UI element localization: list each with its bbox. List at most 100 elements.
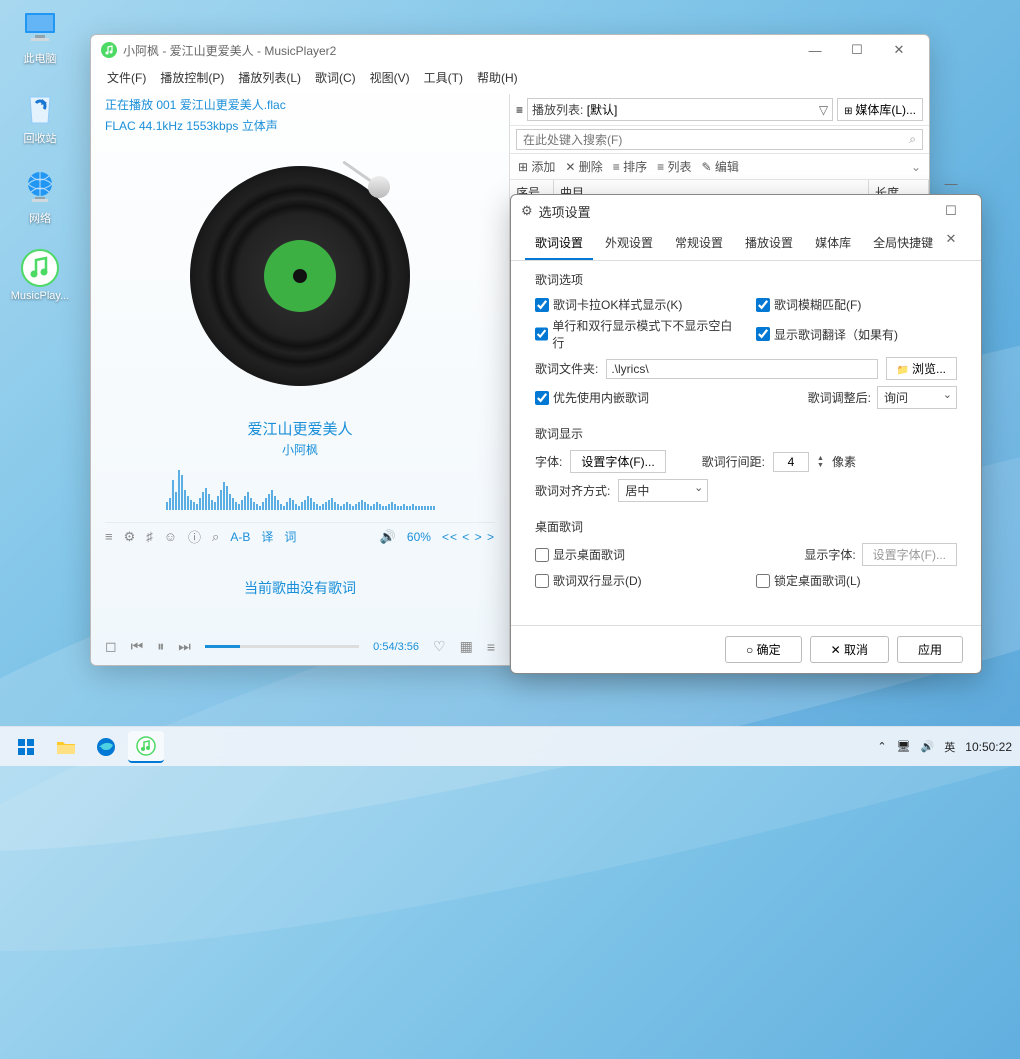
cancel-button[interactable]: ✕ 取消 xyxy=(810,636,889,663)
font-button[interactable]: 设置字体(F)... xyxy=(570,450,665,473)
chk-fuzzy[interactable]: 歌词模糊匹配(F) xyxy=(756,296,957,313)
group-lyric-options: 歌词选项 xyxy=(535,271,957,288)
info-icon[interactable]: ⓘ xyxy=(188,527,201,546)
chk-embedded[interactable]: 优先使用内嵌歌词 xyxy=(535,389,649,406)
prev-button[interactable]: ⏮ xyxy=(131,638,144,655)
maximize-button[interactable]: ☐ xyxy=(931,197,971,225)
menu-help[interactable]: 帮助(H) xyxy=(471,67,524,88)
song-title: 爱江山更爱美人 xyxy=(105,418,495,439)
equalizer-icon[interactable]: ≡ xyxy=(105,529,113,544)
tray-chevron-icon[interactable]: ⌃ xyxy=(877,740,886,753)
stop-button[interactable]: ◻ xyxy=(105,638,117,655)
explorer-button[interactable] xyxy=(48,731,84,763)
player-pane: 正在播放 001 爱江山更爱美人.flac FLAC 44.1kHz 1553k… xyxy=(91,94,509,665)
desktop-icon-label: 网络 xyxy=(29,210,51,226)
tab-appearance[interactable]: 外观设置 xyxy=(595,227,663,260)
battery-icon[interactable]: 🖥 xyxy=(897,740,911,753)
medialib-button[interactable]: ▦ xyxy=(460,638,473,655)
tab-medialib[interactable]: 媒体库 xyxy=(805,227,861,260)
volume-percent[interactable]: 60% xyxy=(407,530,431,544)
pause-button[interactable]: ⏸ xyxy=(157,638,164,655)
chevron-down-icon[interactable]: ⌄ xyxy=(911,160,921,174)
adjust-combo[interactable]: 询问 xyxy=(877,386,957,409)
desktop-icon-computer[interactable]: 此电脑 xyxy=(12,8,68,66)
edit-button[interactable]: ✎ 编辑 xyxy=(701,158,738,175)
musicplayer-icon xyxy=(20,248,60,288)
group-lyric-display: 歌词显示 xyxy=(535,425,957,442)
menu-playback[interactable]: 播放控制(P) xyxy=(154,67,230,88)
playlist-search[interactable]: ⌕ xyxy=(516,129,923,150)
start-button[interactable] xyxy=(8,731,44,763)
volume-tray-icon[interactable]: 🔊 xyxy=(921,740,935,753)
spacing-unit: 像素 xyxy=(832,453,856,470)
align-label: 歌词对齐方式: xyxy=(535,482,610,499)
spin-down[interactable]: ▼ xyxy=(817,462,824,469)
musicplayer-taskbar[interactable] xyxy=(128,731,164,763)
close-button[interactable]: ✕ xyxy=(879,36,919,64)
menu-playlist[interactable]: 播放列表(L) xyxy=(232,67,307,88)
desktop-icon-recyclebin[interactable]: 回收站 xyxy=(12,88,68,146)
tab-playback[interactable]: 播放设置 xyxy=(735,227,803,260)
desktop-icon-label: MusicPlay... xyxy=(11,290,69,302)
menu-view[interactable]: 视图(V) xyxy=(364,67,416,88)
minimize-button[interactable]: — xyxy=(795,36,835,64)
chk-twoline[interactable]: 歌词双行显示(D) xyxy=(535,572,736,589)
medialib-button[interactable]: ⊞ 媒体库(L)... xyxy=(837,98,923,121)
playlist-button[interactable]: ≡ xyxy=(487,639,495,655)
spectrum-visualizer xyxy=(111,470,489,510)
list-button[interactable]: ≡ 列表 xyxy=(657,158,691,175)
apply-button[interactable]: 应用 xyxy=(897,636,963,663)
chk-lock[interactable]: 锁定桌面歌词(L) xyxy=(756,572,957,589)
add-button[interactable]: ⊞ 添加 xyxy=(518,158,555,175)
search-icon[interactable]: ⌕ xyxy=(212,529,219,545)
folder-field[interactable]: .\lyrics\ xyxy=(606,359,877,379)
menu-tools[interactable]: 工具(T) xyxy=(418,67,469,88)
menu-file[interactable]: 文件(F) xyxy=(101,67,152,88)
playlist-icon: ≡ xyxy=(516,103,523,117)
tab-hotkeys[interactable]: 全局快捷键 xyxy=(863,227,943,260)
spin-up[interactable]: ▲ xyxy=(817,455,824,462)
browse-button[interactable]: 📁 浏览... xyxy=(886,357,957,380)
align-combo[interactable]: 居中 xyxy=(618,479,708,502)
desktop-icon-musicplayer[interactable]: MusicPlay... xyxy=(12,248,68,302)
seek-arrows[interactable]: << < > > xyxy=(442,530,495,544)
app-icon xyxy=(101,42,117,58)
search-input[interactable] xyxy=(523,133,909,147)
minimize-button[interactable]: — xyxy=(931,169,971,197)
spacing-input[interactable] xyxy=(773,452,809,472)
desktop-icons: 此电脑 回收站 网络 MusicPlay... xyxy=(12,8,68,302)
favorite-button[interactable]: ♡ xyxy=(433,638,446,655)
volume-icon[interactable]: 🔊 xyxy=(380,529,396,545)
chk-desktop[interactable]: 显示桌面歌词 xyxy=(535,546,625,563)
titlebar[interactable]: 小阿枫 - 爱江山更爱美人 - MusicPlayer2 — ☐ ✕ xyxy=(91,35,929,65)
delete-button[interactable]: ✕ 删除 xyxy=(565,158,602,175)
lyric-btn[interactable]: 词 xyxy=(284,528,296,545)
menu-lyrics[interactable]: 歌词(C) xyxy=(309,67,362,88)
clock[interactable]: 10:50:22 xyxy=(965,740,1012,754)
sort-button[interactable]: ≡ 排序 xyxy=(613,158,647,175)
ok-button[interactable]: 确定 xyxy=(725,636,802,663)
ime-indicator[interactable]: 英 xyxy=(944,739,955,755)
font2-button[interactable]: 设置字体(F)... xyxy=(862,543,957,566)
gear-icon[interactable]: ⚙ xyxy=(124,529,136,545)
tab-lyrics[interactable]: 歌词设置 xyxy=(525,227,593,260)
settings-titlebar[interactable]: ⚙ 选项设置 — ☐ ✕ xyxy=(511,195,981,227)
chk-karaoke[interactable]: 歌词卡拉OK样式显示(K) xyxy=(535,296,736,313)
time-display: 0:54/3:56 xyxy=(373,641,419,653)
progress-bar[interactable] xyxy=(205,645,359,648)
mask-icon[interactable]: ☺ xyxy=(164,529,177,544)
ab-repeat-button[interactable]: A-B xyxy=(230,530,250,544)
playlist-select[interactable]: 播放列表: [默认] ▽ xyxy=(527,98,833,121)
translate-button[interactable]: 译 xyxy=(261,528,273,545)
search-icon[interactable]: ⌕ xyxy=(909,132,916,147)
nowplaying-line2: FLAC 44.1kHz 1553kbps 立体声 xyxy=(105,115,495,136)
edge-button[interactable] xyxy=(88,731,124,763)
maximize-button[interactable]: ☐ xyxy=(837,36,877,64)
next-button[interactable]: ⏭ xyxy=(178,638,191,655)
skin-icon[interactable]: ♯ xyxy=(146,529,153,544)
tab-general[interactable]: 常规设置 xyxy=(665,227,733,260)
chk-translation[interactable]: 显示歌词翻译（如果有) xyxy=(756,317,957,351)
chk-noblank[interactable]: 单行和双行显示模式下不显示空白行 xyxy=(535,317,736,351)
desktop-icon-network[interactable]: 网络 xyxy=(12,168,68,226)
settings-body: 歌词选项 歌词卡拉OK样式显示(K) 歌词模糊匹配(F) 单行和双行显示模式下不… xyxy=(511,261,981,625)
